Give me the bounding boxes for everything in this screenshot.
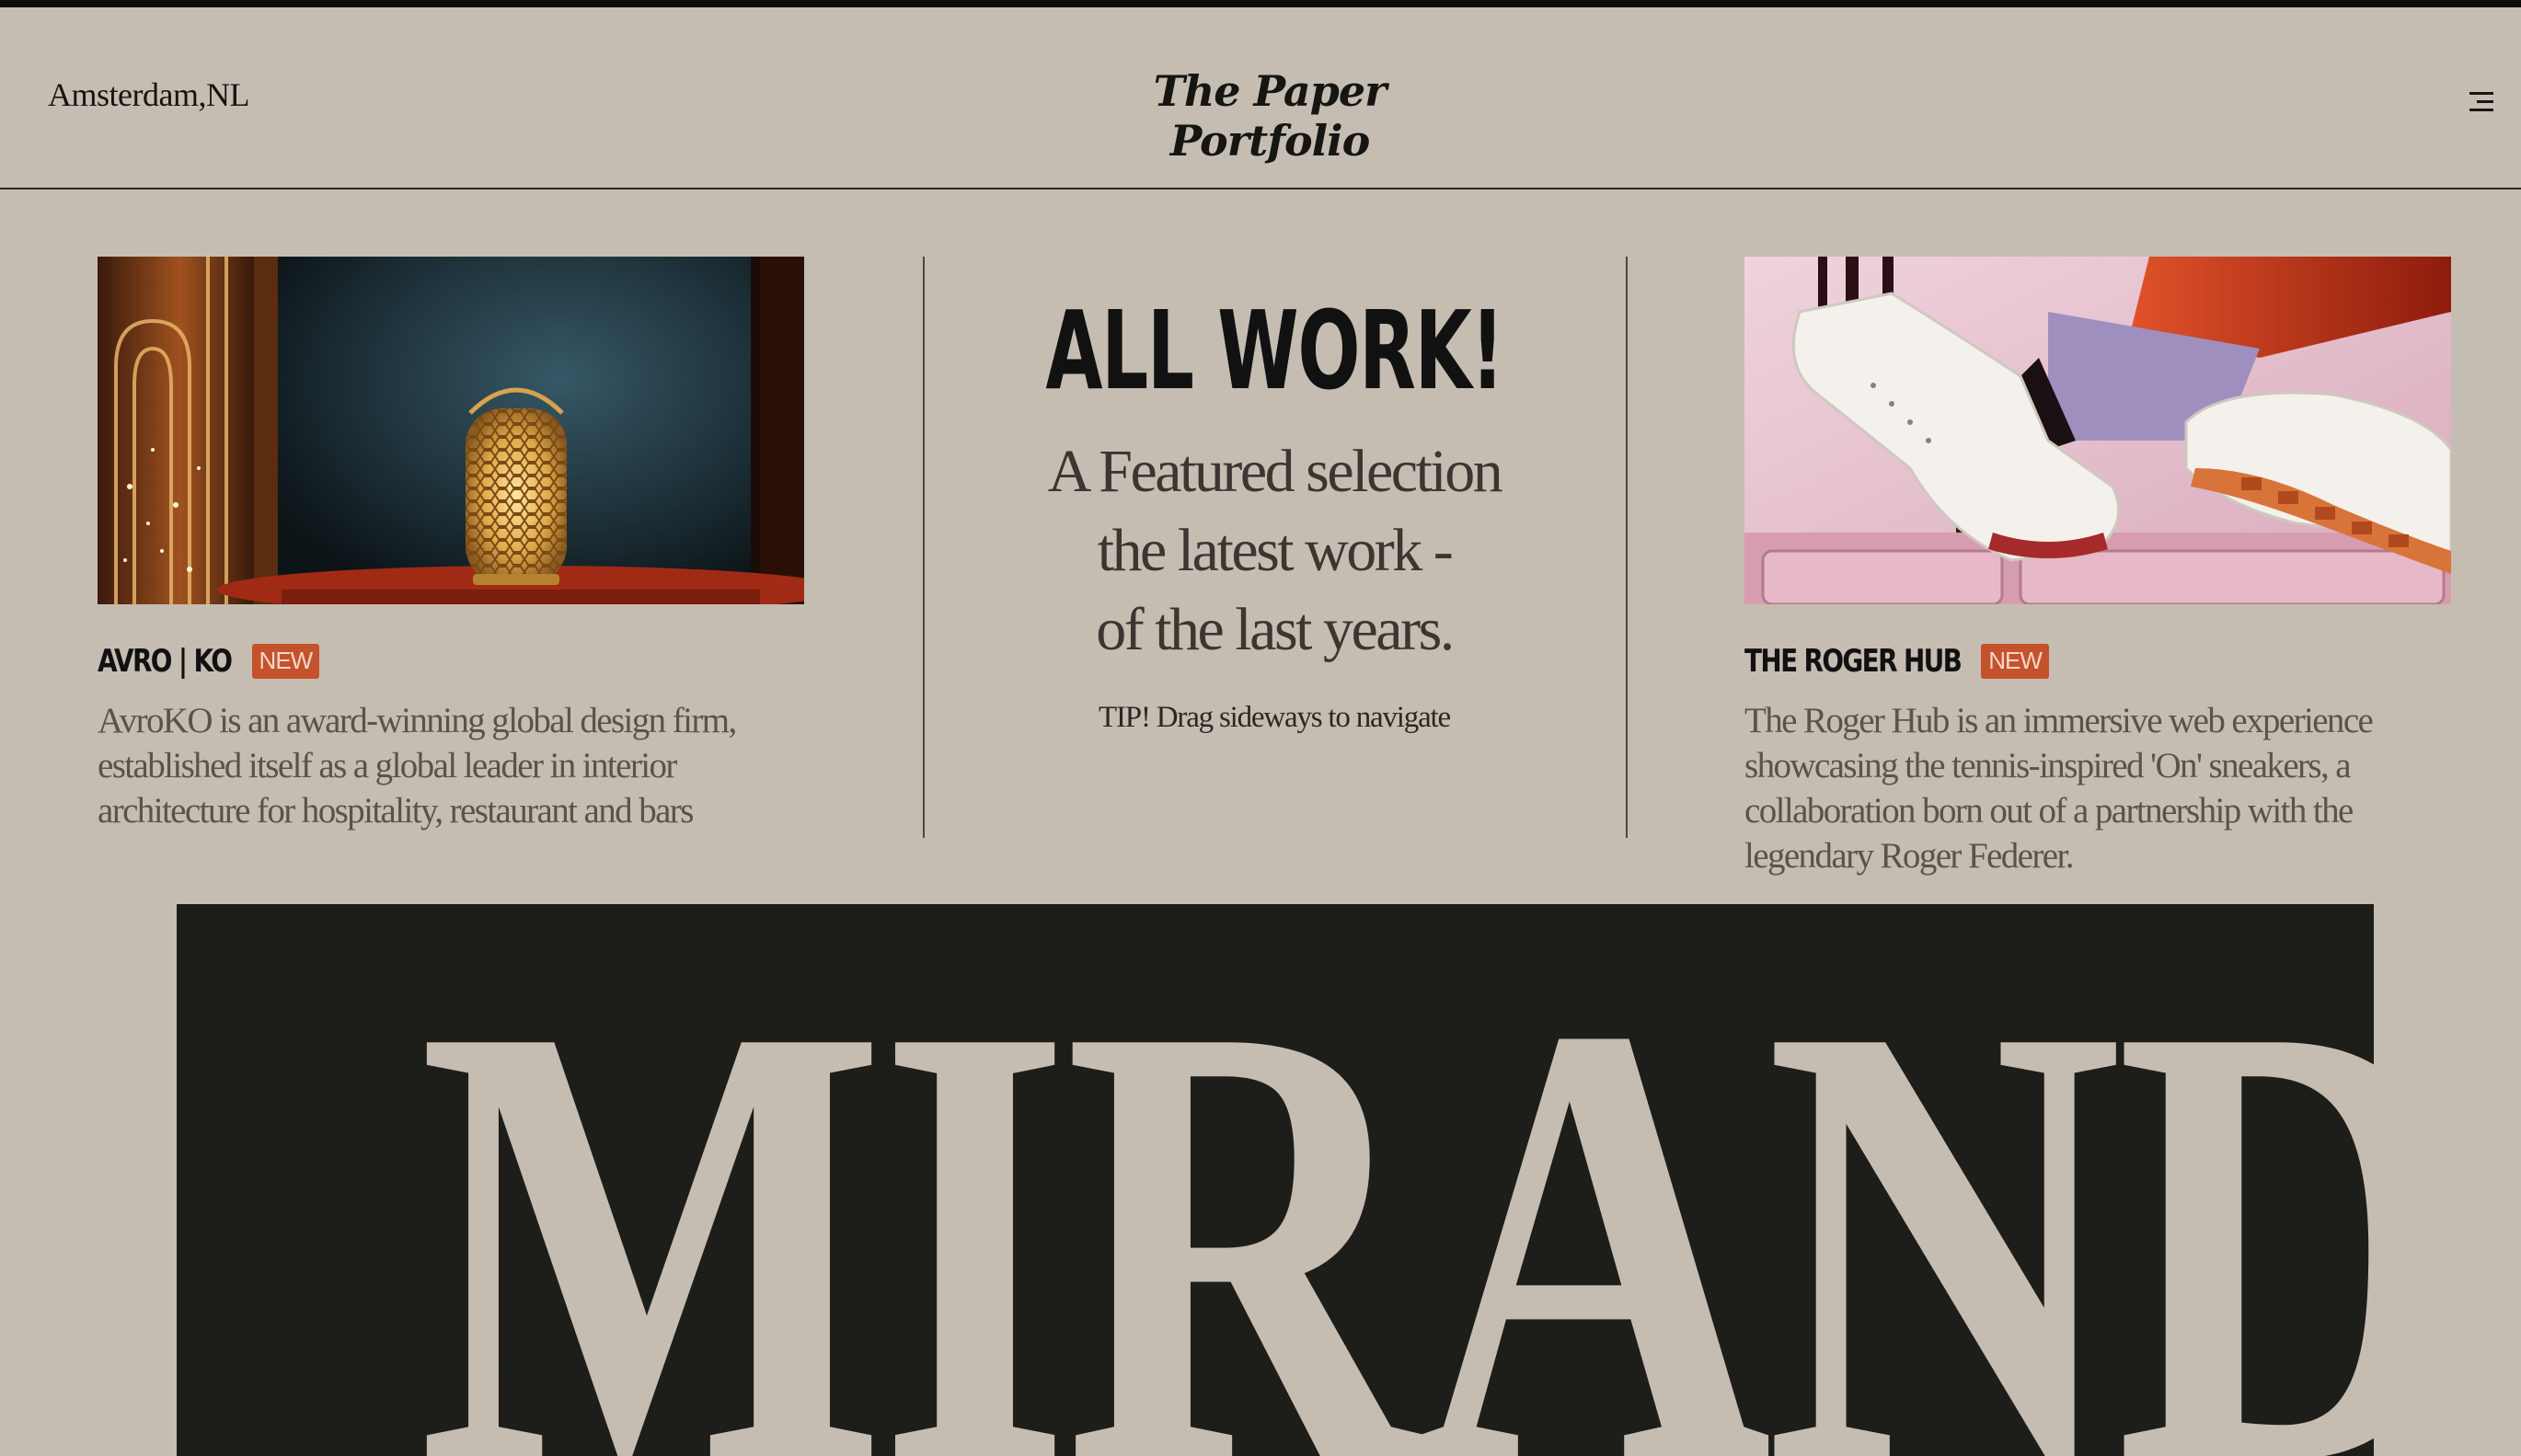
project-card-avroko[interactable]: AVRO | KO NEW AvroKO is an award-winning… [98,257,804,833]
project-description: The Roger Hub is an immersive web experi… [1744,701,2374,876]
featured-project-banner[interactable]: MIRANDA [177,904,2374,1456]
project-image-avroko[interactable] [98,257,804,604]
all-work-heading: ALL WORK! [1045,287,1504,414]
project-title[interactable]: AVRO | KO [98,643,233,680]
site-header: Amsterdam,NL The Paper Portfolio [0,7,2521,189]
intro-subtitle-line: of the last years. [1096,596,1455,663]
column-divider-right [1626,257,1628,838]
project-card-roger-hub[interactable]: THE ROGER HUB NEW The Roger Hub is an im… [1744,257,2451,878]
project-image-roger-hub[interactable] [1744,257,2451,604]
project-title-row: THE ROGER HUB NEW [1744,641,2451,682]
project-title[interactable]: THE ROGER HUB [1744,643,1963,680]
intro-subtitle-line: the latest work - [1097,517,1454,584]
location-label: Amsterdam,NL [48,76,249,113]
intro-subtitle-line: A Featured selection [1047,438,1503,505]
project-description: AvroKO is an award-winning global design… [98,701,737,831]
menu-icon[interactable] [2469,92,2493,116]
banner-title: MIRANDA [418,904,2374,1456]
new-badge: NEW [1981,644,2049,679]
site-title-logo[interactable]: The Paper Portfolio [1086,66,1454,166]
window-top-strip [0,0,2521,7]
drag-tip: TIP! Drag sideways to navigate [1099,701,1451,734]
intro-block: ALL WORK! A Featured selection the lates… [925,291,1624,735]
intro-subtitle: A Featured selection the latest work - o… [925,432,1624,670]
project-title-row: AVRO | KO NEW [98,641,804,682]
new-badge: NEW [251,644,320,679]
